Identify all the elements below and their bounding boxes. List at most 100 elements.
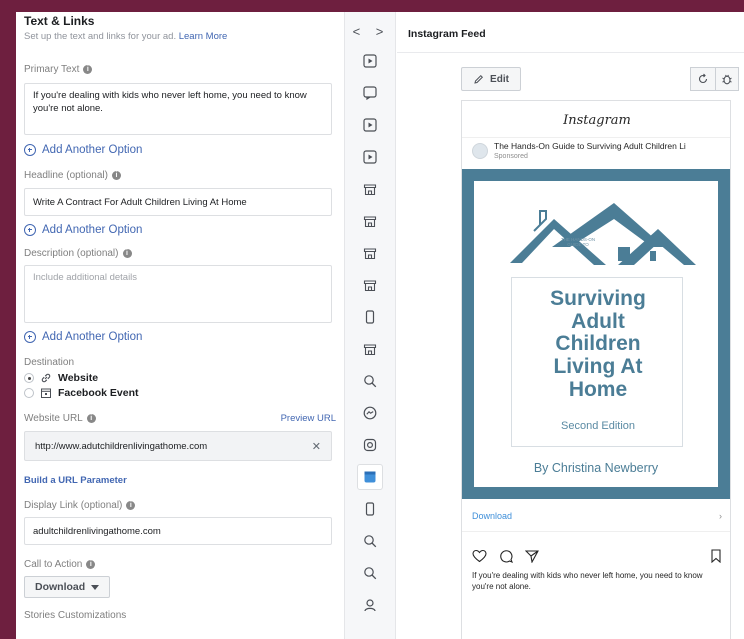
cover-small-text: THE HANDS-ON GUIDE TO — [560, 237, 596, 248]
phone-icon[interactable] — [361, 500, 379, 518]
instagram-post-preview: Instagram The Hands-On Guide to Survivin… — [461, 100, 731, 639]
avatar — [472, 143, 488, 159]
add-circle-icon — [24, 224, 36, 236]
display-link-label: Display Link (optional) i — [24, 500, 336, 511]
radio-button[interactable] — [24, 388, 34, 398]
page-name: The Hands-On Guide to Surviving Adult Ch… — [494, 141, 686, 151]
bug-icon — [722, 74, 732, 85]
add-circle-icon — [24, 331, 36, 343]
info-icon[interactable]: i — [122, 249, 132, 258]
cta-label: Download — [472, 511, 513, 521]
book-title-line: Adult — [571, 309, 625, 333]
storefront-icon[interactable] — [361, 340, 379, 358]
description-label: Description (optional) i — [24, 248, 336, 259]
storefront-icon[interactable] — [361, 180, 379, 198]
book-title-line: Surviving — [550, 287, 646, 310]
book-title-line: Children — [555, 332, 641, 356]
cta-bar[interactable]: Download › — [472, 511, 722, 521]
call-to-action-dropdown[interactable]: Download — [24, 576, 111, 598]
destination-website-option[interactable]: Website — [24, 372, 336, 384]
post-header: The Hands-On Guide to Surviving Adult Ch… — [472, 141, 730, 160]
ad-preview-panel: Instagram Feed Edit Instagram The Hands-… — [397, 12, 744, 639]
report-bug-button[interactable] — [715, 67, 739, 91]
story-card-icon[interactable] — [361, 84, 379, 102]
caret-down-icon — [91, 584, 100, 590]
instagram-icon[interactable] — [361, 436, 379, 454]
add-option-label: Add Another Option — [42, 224, 143, 236]
placement-toolbar: < > — [344, 12, 396, 639]
headline-label: Headline (optional) i — [24, 170, 336, 181]
preview-placement-title: Instagram Feed — [408, 28, 486, 40]
display-link-input[interactable]: adultchildrenlivingathome.com — [24, 517, 332, 545]
search-icon[interactable] — [361, 372, 379, 390]
headline-input[interactable]: Write A Contract For Adult Children Livi… — [24, 188, 332, 216]
website-url-label: Website URL i — [24, 413, 96, 424]
calendar-icon — [41, 388, 51, 398]
website-url-value: http://www.adutchildrenlivingathome.com — [35, 440, 208, 452]
heart-icon[interactable] — [472, 549, 487, 563]
refresh-icon — [698, 73, 708, 84]
add-option-primary-text[interactable]: Add Another Option — [24, 144, 336, 156]
description-input[interactable]: Include additional details — [24, 265, 332, 323]
website-url-header: Website URL i Preview URL — [24, 413, 336, 424]
section-subtitle-text: Set up the text and links for your ad. — [24, 31, 177, 42]
link-icon — [41, 373, 51, 383]
phone-icon[interactable] — [361, 308, 379, 326]
display-link-label-text: Display Link (optional) — [24, 500, 123, 511]
info-icon[interactable]: i — [86, 560, 96, 569]
divider — [462, 531, 730, 532]
pencil-icon — [474, 74, 484, 84]
stories-customizations-label: Stories Customizations — [24, 610, 127, 621]
share-icon[interactable] — [525, 549, 539, 563]
destination-label: Destination — [24, 357, 75, 368]
clear-icon[interactable]: ✕ — [312, 440, 321, 453]
ad-editor: Text & Links Set up the text and links f… — [16, 12, 744, 639]
edit-button[interactable]: Edit — [461, 67, 521, 91]
sponsored-label: Sponsored — [494, 153, 528, 160]
storefront-icon[interactable] — [361, 212, 379, 230]
call-to-action-label: Call to Action i — [24, 559, 336, 570]
section-title: Text & Links — [24, 14, 95, 28]
story-play-icon[interactable] — [361, 52, 379, 70]
play-icon[interactable] — [361, 148, 379, 166]
post-caption: If you're dealing with kids who never le… — [472, 571, 703, 591]
placement-nav-arrows[interactable]: < > — [345, 24, 397, 39]
add-option-label: Add Another Option — [42, 331, 143, 343]
info-icon[interactable]: i — [111, 171, 121, 180]
instagram-feed-icon[interactable] — [357, 464, 383, 490]
messenger-icon[interactable] — [361, 404, 379, 422]
add-option-description[interactable]: Add Another Option — [24, 331, 336, 343]
website-url-input[interactable]: http://www.adutchildrenlivingathome.com … — [24, 431, 332, 461]
radio-button[interactable] — [24, 373, 34, 383]
headline-label-text: Headline (optional) — [24, 170, 108, 181]
person-icon[interactable] — [361, 596, 379, 614]
refresh-button[interactable] — [690, 67, 716, 91]
comment-icon[interactable] — [499, 549, 513, 563]
book-title: Surviving Adult Children Living At Home — [512, 287, 684, 401]
add-option-headline[interactable]: Add Another Option — [24, 224, 336, 236]
play-icon[interactable] — [361, 116, 379, 134]
book-cover: THE HANDS-ON GUIDE TO Surviving Adult Ch… — [474, 181, 718, 487]
book-author: By Christina Newberry — [533, 461, 659, 475]
storefront-icon[interactable] — [361, 276, 379, 294]
bookmark-icon[interactable] — [710, 549, 722, 563]
ad-creative-image: THE HANDS-ON GUIDE TO Surviving Adult Ch… — [462, 169, 730, 499]
primary-text-label: Primary Text i — [24, 64, 336, 75]
info-icon[interactable]: i — [126, 501, 136, 510]
add-circle-icon — [24, 144, 36, 156]
build-url-parameter-link[interactable]: Build a URL Parameter — [24, 475, 336, 486]
post-actions — [472, 549, 722, 563]
primary-text-input[interactable]: If you're dealing with kids who never le… — [24, 83, 332, 135]
destination-event-option[interactable]: Facebook Event — [24, 387, 336, 399]
search-icon[interactable] — [361, 532, 379, 550]
divider — [397, 52, 744, 53]
chevron-right-icon: › — [719, 511, 722, 521]
destination-option-label: Website — [58, 372, 99, 384]
search-icon[interactable] — [361, 564, 379, 582]
storefront-icon[interactable] — [361, 244, 379, 262]
text-links-panel: Text & Links Set up the text and links f… — [16, 12, 344, 639]
learn-more-link[interactable]: Learn More — [179, 31, 228, 42]
preview-url-link[interactable]: Preview URL — [281, 413, 336, 424]
info-icon[interactable]: i — [86, 414, 96, 423]
info-icon[interactable]: i — [83, 65, 93, 74]
